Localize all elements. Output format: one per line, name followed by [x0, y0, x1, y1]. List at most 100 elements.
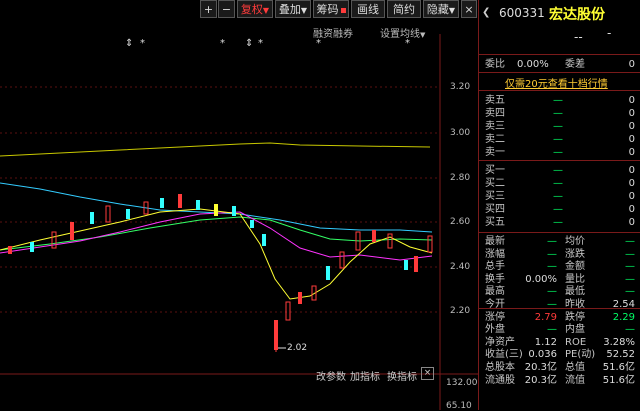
stat-value-2: 2.54 [612, 299, 635, 310]
gridlines [0, 86, 440, 313]
buy-volume: 0 [628, 178, 635, 189]
kline-chart[interactable] [0, 34, 478, 410]
buy-label: 买四 [485, 204, 505, 215]
y-tick-240: 2.40 [450, 262, 471, 272]
stat-row: 外盘 — 内盘 — [479, 323, 640, 336]
stat-value-1: 1.12 [534, 336, 557, 348]
buy-price: — [553, 178, 563, 189]
stat-row: 总手 — 金额 — [479, 260, 640, 273]
stat-label-2: 流值 [565, 374, 585, 386]
indicator-close-button[interactable]: × [421, 367, 434, 380]
buy-price: — [553, 191, 563, 202]
stat-label-2: 最低 [565, 286, 585, 298]
menu-chevron-icon[interactable]: ❮ [482, 7, 490, 18]
stat-label-1: 外盘 [485, 324, 505, 336]
stat-value-2: 51.6亿 [602, 362, 635, 373]
buy-volume: 0 [628, 165, 635, 176]
add-indicator-link[interactable]: 加指标 [350, 368, 380, 383]
sell-price: — [553, 134, 563, 145]
stat-label-1: 涨停 [485, 311, 505, 323]
chevron-down-icon: ▼ [300, 6, 308, 15]
stat-row: 总股本 20.3亿 总值 51.6亿 [479, 361, 640, 374]
stat-value-1: 2.79 [534, 311, 557, 323]
stat-value-2: 3.28% [603, 336, 635, 348]
chouma-button[interactable]: 筹码 [313, 0, 349, 18]
change-placeholder: - [607, 26, 612, 40]
stat-value-1: 20.3亿 [524, 374, 557, 386]
buy-volume: 0 [628, 204, 635, 215]
stat-label-1: 总股本 [485, 362, 515, 373]
stat-label-2: 昨收 [565, 299, 585, 310]
buy-label: 买三 [485, 191, 505, 202]
huaxian-button[interactable]: 画线 [351, 0, 385, 18]
change-params-link[interactable]: 改参数 [316, 368, 346, 383]
sell-volume: 0 [628, 147, 635, 158]
sell-row: 卖三 — 0 [479, 120, 640, 133]
stat-label-1: 收益(三) [485, 349, 523, 361]
stat-value-1: — [547, 299, 557, 310]
buy-label: 买一 [485, 165, 505, 176]
stat-label-2: 金额 [565, 261, 585, 273]
stat-label-1: 净资产 [485, 336, 515, 348]
sell-label: 卖五 [485, 95, 505, 106]
diejia-button[interactable]: 叠加▼ [275, 0, 311, 18]
buy-row: 买五 — 0 [479, 216, 640, 229]
weibi-value: 0.00% [517, 59, 549, 70]
buy-price: — [553, 165, 563, 176]
buy-row: 买三 — 0 [479, 190, 640, 203]
chevron-down-icon: ▼ [448, 6, 456, 15]
quote-panel: ❮ 600331 宏达股份 -- - 委比 0.00% 委差 0 仅需20元查看… [478, 0, 640, 410]
price-placeholder: -- [574, 30, 583, 44]
stat-value-1: — [547, 236, 557, 247]
stat-value-2: 52.52 [606, 349, 635, 361]
sell-volume: 0 [628, 108, 635, 119]
stat-row: 涨停 2.79 跌停 2.29 [479, 311, 640, 324]
sell-row: 卖二 — 0 [479, 133, 640, 146]
stat-label-2: 均价 [565, 236, 585, 247]
buy-row: 买二 — 0 [479, 177, 640, 190]
weibi-row: 委比 0.00% 委差 0 [479, 58, 640, 71]
stat-row: 净资产 1.12 ROE 3.28% [479, 336, 640, 349]
sell-label: 卖二 [485, 134, 505, 145]
y-tick-220: 2.20 [450, 306, 471, 316]
switch-indicator-link[interactable]: 换指标 [387, 368, 417, 383]
yincang-button[interactable]: 隐藏▼ [423, 0, 459, 18]
stat-value-2: 51.6亿 [602, 374, 635, 386]
stat-row: 涨幅 — 涨跌 — [479, 248, 640, 261]
stat-value-1: 20.3亿 [524, 362, 557, 373]
stat-label-1: 换手 [485, 273, 505, 285]
buy-volume: 0 [628, 217, 635, 228]
stat-value-2: — [625, 324, 635, 336]
zoom-out-button[interactable]: − [218, 0, 235, 18]
stat-row: 收益(三) 0.036 PE(动) 52.52 [479, 348, 640, 361]
stat-value-1: — [547, 248, 557, 260]
yincang-label: 隐藏 [426, 3, 449, 16]
fuquan-button[interactable]: 复权▼ [237, 0, 273, 18]
stat-row: 流通股 20.3亿 流值 51.6亿 [479, 374, 640, 387]
stat-label-1: 流通股 [485, 374, 515, 386]
y-tick-300: 3.00 [450, 128, 471, 138]
stock-name: 宏达股份 [549, 7, 605, 23]
chouma-label: 筹码 [316, 3, 339, 16]
stat-value-2: — [625, 248, 635, 260]
stat-label-2: 总值 [565, 362, 585, 373]
promo-link[interactable]: 仅需20元查看十档行情 [505, 75, 608, 90]
buy-row: 买一 — 0 [479, 164, 640, 177]
close-button[interactable]: × [461, 0, 477, 18]
sell-label: 卖四 [485, 108, 505, 119]
ma-olive-line [0, 142, 431, 157]
sell-volume: 0 [628, 134, 635, 145]
stat-row: 最新 — 均价 — [479, 235, 640, 248]
buy-volume: 0 [628, 191, 635, 202]
sell-price: — [553, 121, 563, 132]
sell-price: — [553, 108, 563, 119]
buy-label: 买二 [485, 178, 505, 189]
jianyue-button[interactable]: 简约 [387, 0, 421, 18]
stat-row: 换手 0.00% 量比 — [479, 273, 640, 286]
red-dot-icon [340, 7, 346, 13]
zoom-in-button[interactable]: + [200, 0, 217, 18]
stat-label-1: 最高 [485, 286, 505, 298]
weicha-value: 0 [628, 59, 635, 70]
buy-price: — [553, 217, 563, 228]
stat-label-2: ROE [565, 336, 587, 348]
